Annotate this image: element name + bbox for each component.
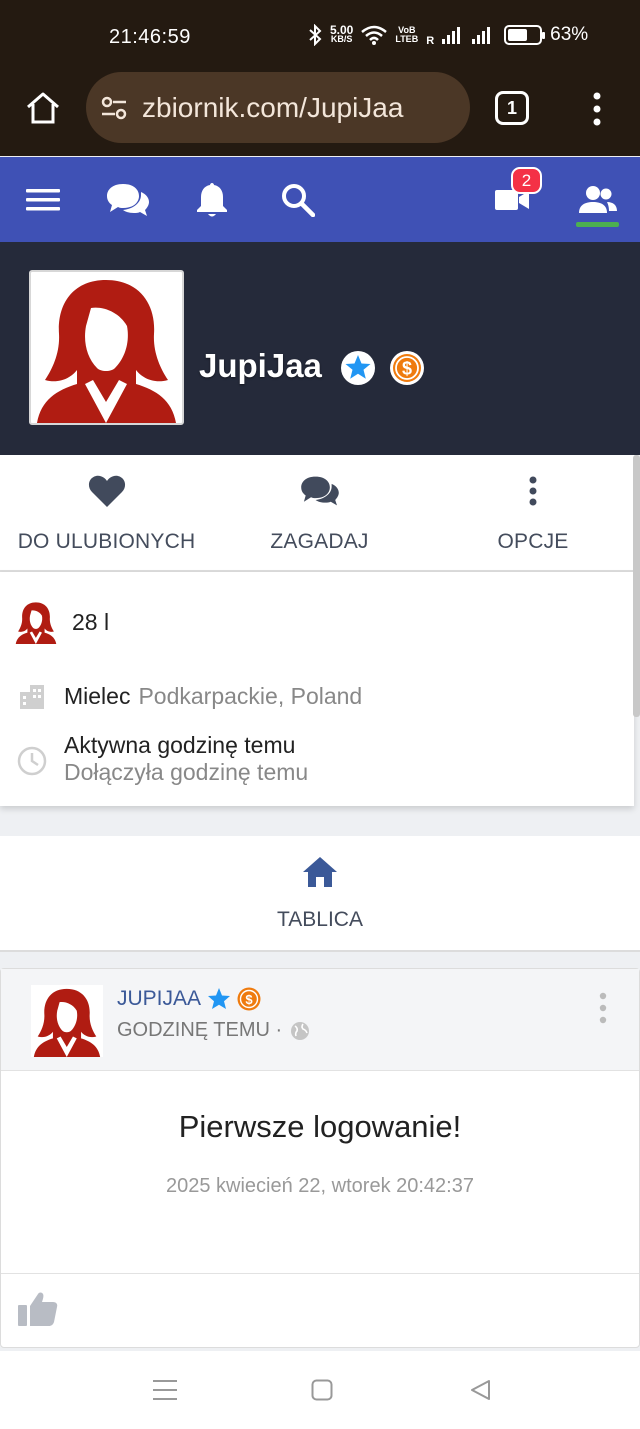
last-active: Aktywna godzinę temu — [64, 732, 296, 758]
favorite-button[interactable]: DO ULUBIONYCH — [0, 455, 213, 572]
post-header: JUPIJAA $ GODZINĘ TEMU · — [1, 969, 639, 1071]
video-notification-badge: 2 — [511, 167, 542, 194]
post-time: GODZINĘ TEMU · — [117, 1019, 283, 1041]
wifi-icon — [361, 25, 388, 45]
profile-header: JupiJaa $ — [0, 242, 640, 455]
volte-indicator: VoB LTEB — [395, 25, 419, 44]
url-text[interactable]: zbiornik.com/JupiJaa — [142, 92, 403, 124]
post-meta: GODZINĘ TEMU · — [117, 1019, 310, 1042]
status-icons: 5.00 KB/S VoB LTEB R 63% — [308, 23, 589, 47]
bluetooth-icon — [309, 24, 322, 46]
signal-icon-2 — [472, 26, 491, 44]
post-author-avatar[interactable] — [31, 985, 103, 1057]
bell-icon — [197, 182, 227, 216]
options-button[interactable]: OPCJE — [426, 455, 640, 572]
menu-icon — [26, 188, 60, 210]
net-speed: 5.00 KB/S — [330, 23, 354, 44]
premium-dollar-icon: $ — [390, 351, 424, 385]
site-navbar — [0, 157, 640, 242]
signal-icon — [442, 26, 461, 44]
star-badge-icon — [208, 988, 231, 1009]
tabs-icon[interactable]: 1 — [495, 91, 529, 125]
messages-button[interactable] — [104, 157, 152, 242]
url-bar: zbiornik.com/JupiJaa 1 — [0, 72, 640, 156]
search-icon — [282, 183, 315, 217]
chat-icon — [107, 183, 149, 216]
tab-wall-label: TABLICA — [277, 908, 363, 931]
tab-wall[interactable]: TABLICA — [0, 836, 640, 952]
post-card: JUPIJAA $ GODZINĘ TEMU · Pierwsze logowa… — [0, 968, 640, 1348]
search-button[interactable] — [278, 157, 318, 242]
svg-text:$: $ — [245, 992, 253, 1007]
home-icon[interactable] — [24, 89, 62, 127]
profile-info: 28 l Mielec Podkarpackie, Poland Aktywna… — [0, 572, 634, 806]
region: Podkarpackie, Poland — [138, 682, 363, 709]
building-icon — [20, 685, 44, 709]
home-square-icon[interactable] — [311, 1379, 333, 1401]
active-tab-indicator — [576, 222, 619, 227]
activity-row: Aktywna godzinę temu Dołączyła godzinę t… — [17, 732, 308, 786]
star-badge-icon — [341, 351, 375, 385]
post-author-name[interactable]: JUPIJAA — [117, 987, 201, 1011]
location-row: Mielec Podkarpackie, Poland — [18, 682, 362, 710]
options-label: OPCJE — [497, 530, 569, 553]
female-avatar-icon — [37, 280, 176, 423]
female-avatar-icon — [33, 988, 101, 1057]
tab-count: 1 — [506, 97, 517, 118]
battery-percent: 63% — [550, 24, 589, 45]
post-date: 2025 kwiecień 22, wtorek 20:42:37 — [166, 1175, 474, 1197]
recents-icon[interactable] — [153, 1379, 177, 1401]
favorite-label: DO ULUBIONYCH — [17, 530, 196, 553]
globe-icon — [291, 1021, 310, 1040]
clock-icon — [17, 746, 47, 776]
roaming-indicator: R — [426, 35, 435, 47]
clock: 21:46:59 — [109, 26, 191, 48]
female-gender-icon — [15, 602, 57, 644]
post-author[interactable]: JUPIJAA $ — [117, 987, 261, 1011]
premium-dollar-icon: $ — [237, 987, 261, 1011]
svg-text:$: $ — [402, 359, 412, 379]
browser-chrome: 21:46:59 5.00 KB/S VoB LTEB R 63% zbiorn… — [0, 0, 640, 156]
home-icon — [303, 857, 337, 887]
menu-button[interactable] — [20, 157, 66, 242]
more-vert-icon[interactable] — [590, 89, 604, 129]
post-title: Pierwsze logowanie! — [178, 1109, 462, 1144]
ask-label: ZAGADAJ — [270, 530, 369, 553]
joined-date: Dołączyła godzinę temu — [64, 759, 309, 785]
more-vert-icon — [529, 476, 537, 506]
post-footer — [1, 1273, 639, 1347]
city: Mielec — [64, 682, 131, 709]
android-navbar — [0, 1351, 640, 1429]
scrollbar[interactable] — [633, 455, 640, 717]
thumbs-up-icon[interactable] — [17, 1290, 59, 1328]
ask-button[interactable]: ZAGADAJ — [213, 455, 426, 572]
tune-icon[interactable] — [100, 94, 128, 122]
profile-username: JupiJaa — [199, 347, 322, 384]
post-more-icon[interactable] — [597, 991, 609, 1025]
back-triangle-icon[interactable] — [469, 1379, 491, 1401]
people-icon — [579, 185, 617, 213]
age-row: 28 l — [14, 600, 109, 644]
notifications-button[interactable] — [192, 157, 232, 242]
age-value: 28 l — [72, 608, 110, 635]
profile-avatar[interactable] — [29, 270, 184, 425]
battery-icon — [504, 25, 546, 45]
battery-level — [508, 29, 528, 41]
friends-button[interactable] — [576, 157, 620, 242]
profile-actions: DO ULUBIONYCH ZAGADAJ OPCJE — [0, 455, 634, 572]
status-bar: 21:46:59 5.00 KB/S VoB LTEB R 63% — [0, 0, 640, 72]
heart-icon — [88, 475, 125, 507]
chat-icon — [300, 476, 339, 506]
address-field[interactable]: zbiornik.com/JupiJaa — [86, 72, 470, 143]
